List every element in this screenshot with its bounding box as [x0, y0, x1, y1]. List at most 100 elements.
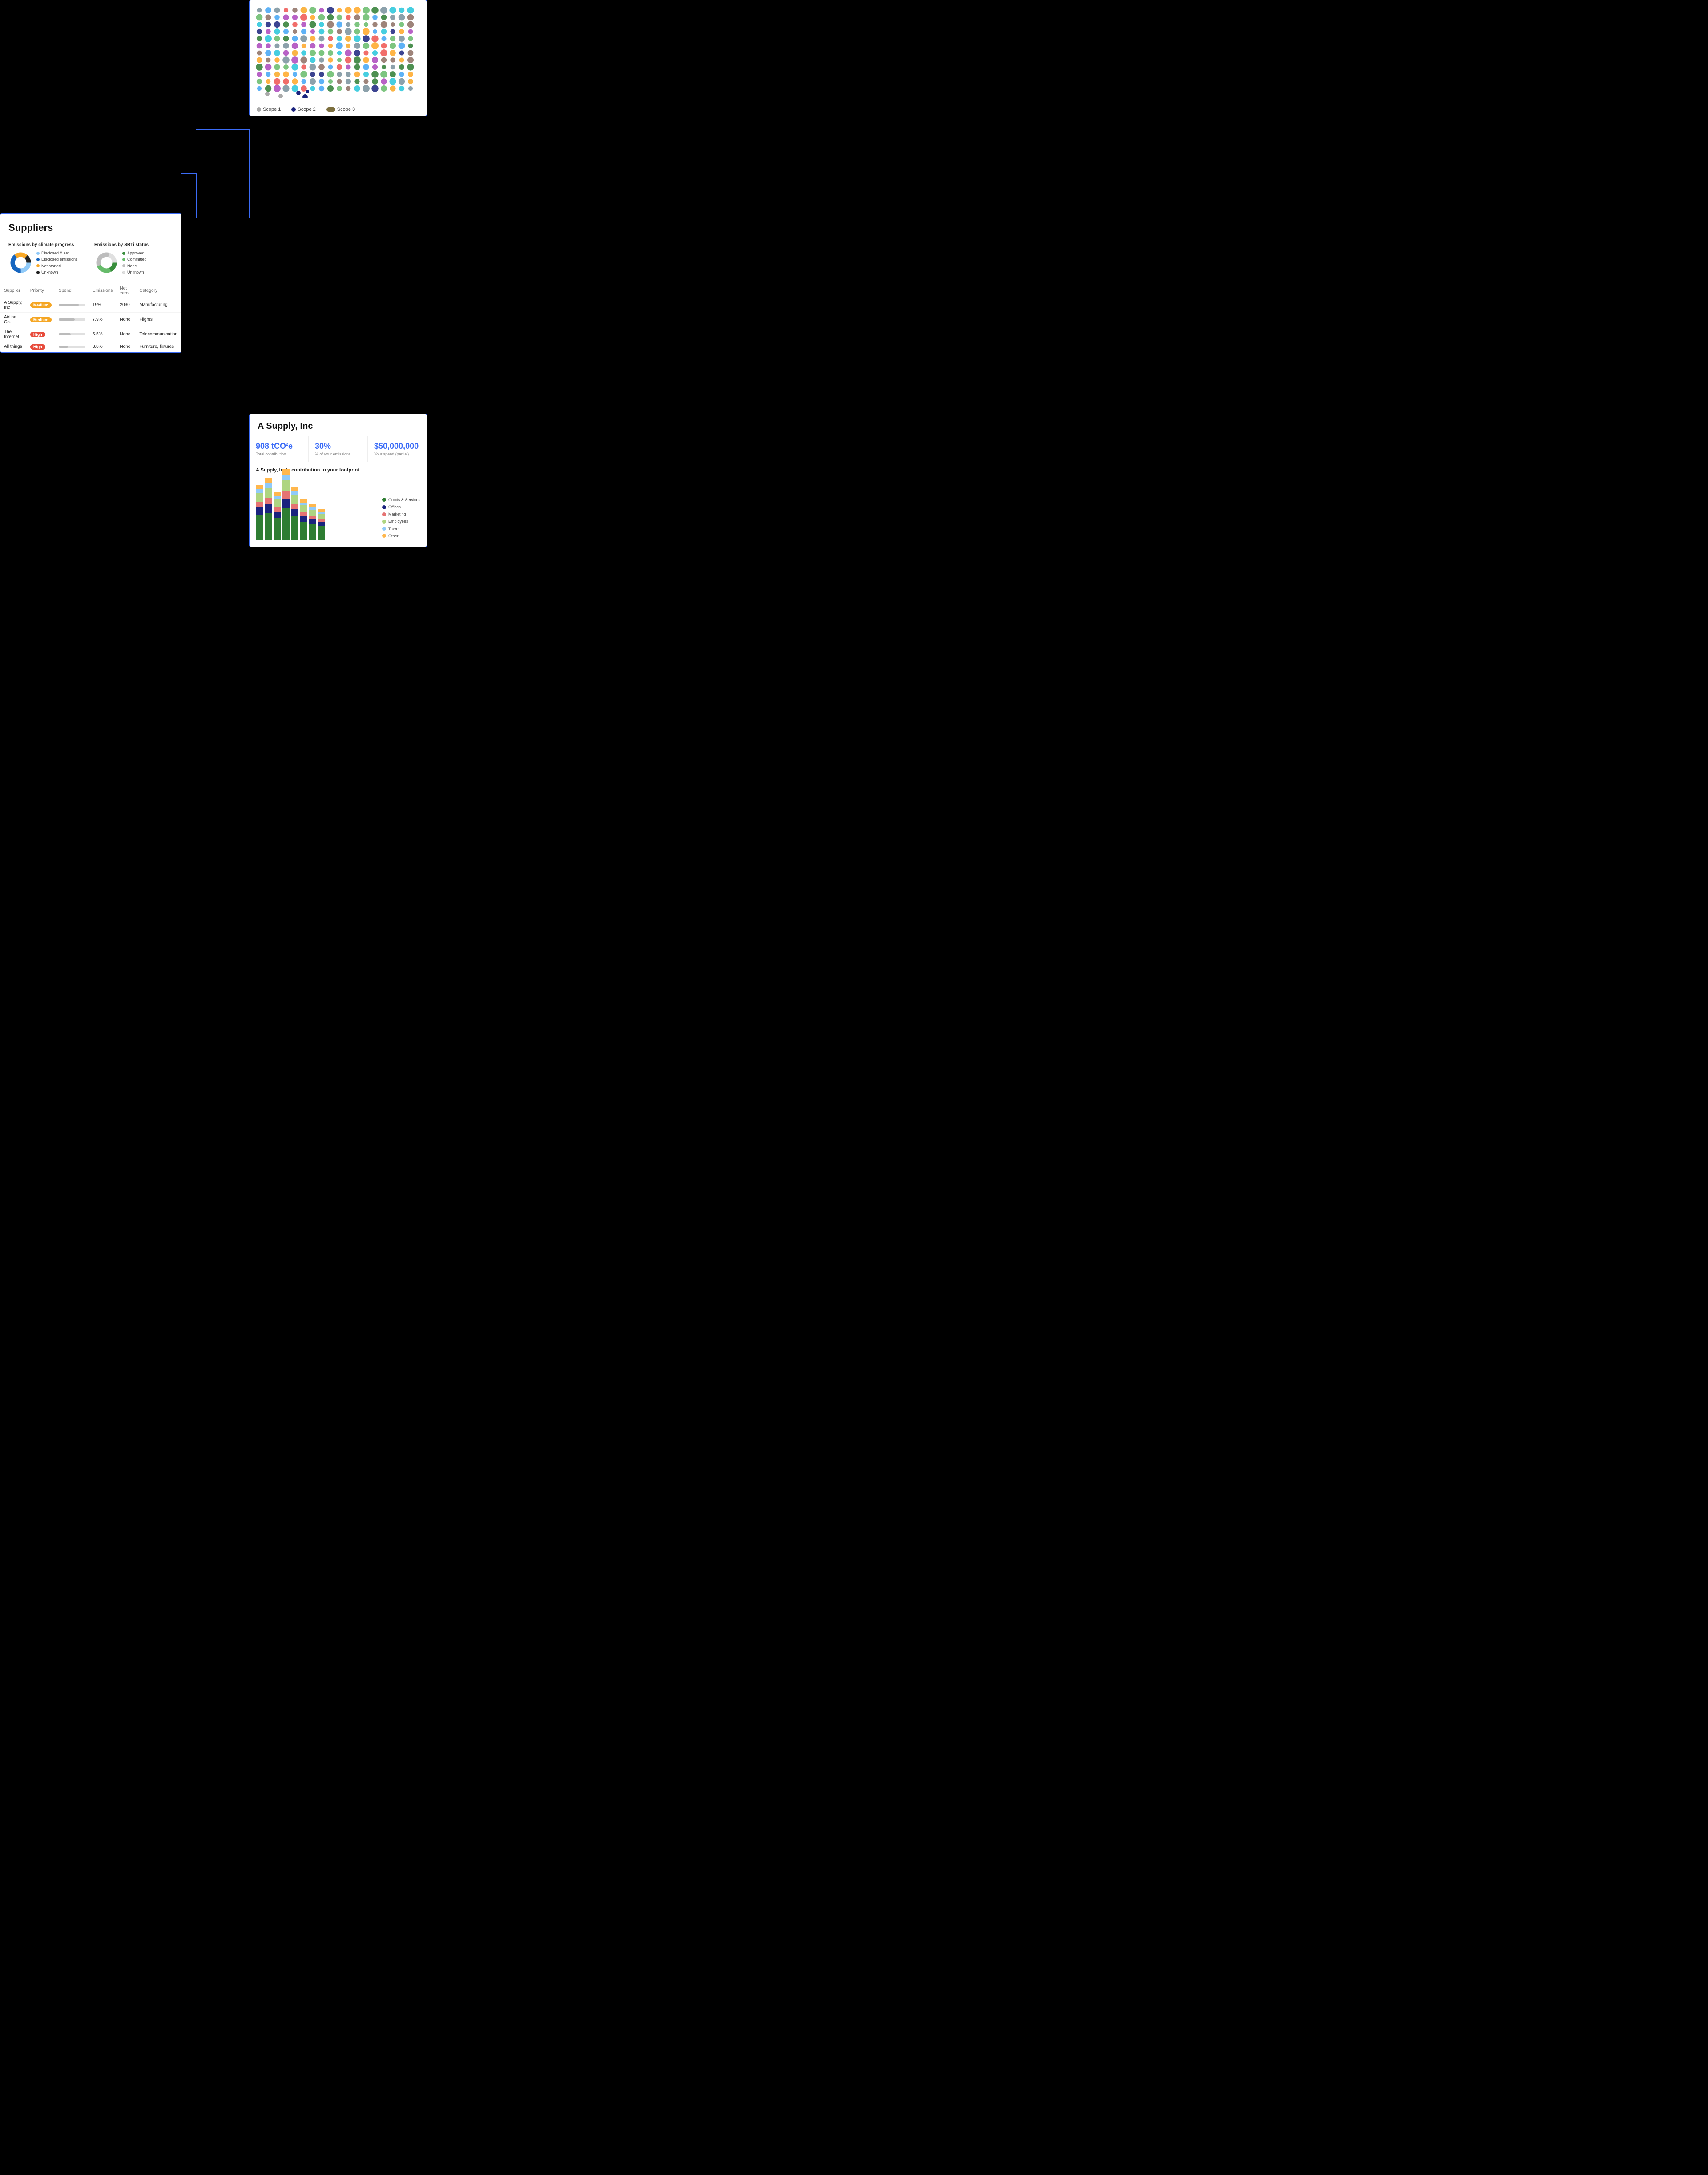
scope1-dot [257, 107, 261, 112]
table-row[interactable]: All things High 3.8% None Furniture, fix… [0, 342, 181, 352]
sbti-status-card: Emissions by SBTi status Approved Commit… [91, 241, 177, 278]
bar-segment [282, 499, 290, 508]
supply-inc-panel: A Supply, Inc 908 tCO2e Total contributi… [249, 414, 427, 547]
col-priority: Priority [27, 283, 55, 298]
donut-charts-row: Emissions by climate progress Disclosed … [0, 237, 181, 283]
bar-segment [256, 507, 263, 515]
suppliers-panel: Suppliers Emissions by climate progress … [0, 213, 181, 353]
bar-segment [265, 504, 272, 513]
table-row[interactable]: The Internet High 5.5% None Telecommunic… [0, 327, 181, 342]
stat-co2-label: Total contribution [256, 452, 302, 456]
supplier-category: Manufacturing [136, 298, 181, 312]
bar-segment [256, 493, 263, 502]
connector-3 [196, 173, 197, 218]
climate-legend: Disclosed & set Disclosed emissions Not … [36, 250, 78, 276]
scope3-dot [326, 107, 335, 112]
bar-segment [282, 491, 290, 499]
supplier-priority: Medium [27, 312, 55, 327]
scope2-label: Scope 2 [298, 107, 315, 112]
bar-group [265, 478, 272, 540]
supplier-emissions: 5.5% [89, 327, 117, 342]
bar-segment [291, 509, 298, 516]
bar-segment [282, 508, 290, 540]
supplier-emissions: 3.8% [89, 342, 117, 352]
bar-segment [300, 522, 307, 540]
bar-segment [318, 514, 325, 519]
connector-4 [181, 173, 197, 174]
bar-group [291, 487, 298, 540]
bar-segment [274, 518, 281, 540]
connector-1 [249, 129, 250, 218]
bar-segment [309, 510, 316, 516]
donut2-svg [94, 250, 119, 275]
stat-co2: 908 tCO2e Total contribution [250, 436, 309, 462]
bar-segment [309, 519, 316, 524]
col-emissions: Emissions [89, 283, 117, 298]
climate-progress-card: Emissions by climate progress Disclosed … [5, 241, 91, 278]
supplier-emissions: 7.9% [89, 312, 117, 327]
supplier-name: All things [0, 342, 27, 352]
bar-segment [318, 526, 325, 540]
col-spend: Spend [55, 283, 89, 298]
bar-segment [274, 507, 281, 512]
scatter-svg [254, 5, 423, 98]
suppliers-title: Suppliers [0, 214, 181, 237]
bar-segment [256, 485, 263, 489]
stat-spend: $50,000,000 Your spend (partial) [368, 436, 427, 462]
legend-label: Employees [388, 518, 408, 525]
legend-item: Marketing [382, 511, 420, 518]
legend-label: Other [388, 532, 399, 540]
bar-segment [300, 505, 307, 512]
suppliers-table: Supplier Priority Spend Emissions Net ze… [0, 283, 181, 352]
bar-segment [309, 504, 316, 508]
table-row[interactable]: A Supply, Inc Medium 19% 2030 Manufactur… [0, 298, 181, 312]
bar-segment [265, 488, 272, 498]
stat-co2-value: 908 tCO2e [256, 442, 302, 451]
supplier-netzero: None [116, 327, 136, 342]
bar-segment [274, 512, 281, 518]
bar-segment [291, 491, 298, 495]
legend-label: Offices [388, 503, 401, 511]
bar-segment [291, 516, 298, 540]
legend-label: Marketing [388, 511, 406, 518]
scope2-dot [291, 107, 296, 112]
supplier-netzero: None [116, 342, 136, 352]
bar-segment [291, 504, 298, 509]
stat-pct: 30% % of your emissions [309, 436, 368, 462]
bar-group [274, 492, 281, 540]
supply-chart-content: Goods & ServicesOfficesMarketingEmployee… [256, 477, 420, 540]
table-row[interactable]: Airline Co. Medium 7.9% None Flights [0, 312, 181, 327]
scatter-chart-area [250, 0, 427, 103]
bar-segment [256, 502, 263, 507]
supply-chart-title: A Supply, Inc's contribution to your foo… [256, 467, 420, 473]
supplier-priority: Medium [27, 298, 55, 312]
bar-segment [309, 516, 316, 519]
connector-2 [196, 129, 250, 130]
bar-segment [282, 469, 290, 475]
bar-segment [291, 487, 298, 491]
bar-segment [274, 492, 281, 496]
bar-group [309, 504, 316, 540]
supplier-name: Airline Co. [0, 312, 27, 327]
stat-spend-value: $50,000,000 [374, 442, 420, 451]
sbti-content: Approved Committed None Unknown [94, 250, 173, 276]
bar-group [300, 499, 307, 540]
supplier-category: Flights [136, 312, 181, 327]
bar-segment [282, 480, 290, 491]
scatter-chart-panel: Scope 1 Scope 2 Scope 3 [249, 0, 427, 116]
bar-segment [318, 522, 325, 526]
legend-item: Travel [382, 525, 420, 532]
supplier-spend [55, 298, 89, 312]
supplier-netzero: None [116, 312, 136, 327]
bar-chart-area [256, 477, 377, 540]
col-category: Category [136, 283, 181, 298]
bar-segment [265, 483, 272, 488]
scope3-legend: Scope 3 [326, 107, 355, 112]
legend-item: Goods & Services [382, 496, 420, 503]
legend-item: Offices [382, 503, 420, 511]
supplier-netzero: 2030 [116, 298, 136, 312]
scope1-legend: Scope 1 [257, 107, 281, 112]
bar-segment [291, 495, 298, 504]
chart-legend: Goods & ServicesOfficesMarketingEmployee… [382, 496, 420, 540]
supply-stats-row: 908 tCO2e Total contribution 30% % of yo… [250, 436, 427, 462]
